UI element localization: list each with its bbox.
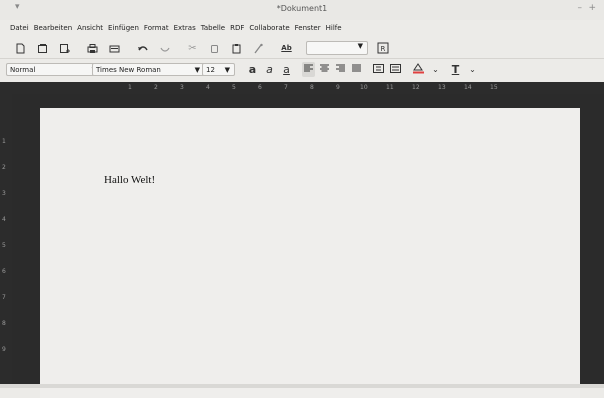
menu-item-hilfe[interactable]: Hilfe xyxy=(326,24,342,32)
align-center-button[interactable] xyxy=(318,62,331,77)
ruler-number: 11 xyxy=(386,84,394,91)
spellcheck-button[interactable]: Ab xyxy=(280,42,293,55)
menu-item-format[interactable]: Format xyxy=(144,24,169,32)
vruler-number: 3 xyxy=(2,190,6,197)
ruler-number: 10 xyxy=(360,84,368,91)
chevron-down-icon: ▼ xyxy=(357,42,363,50)
menu-item-rdf[interactable]: RDF xyxy=(230,24,244,32)
text-color-dropdown-icon[interactable]: ⌄ xyxy=(466,62,479,77)
window-title: *Dokument1 xyxy=(276,4,328,13)
menu-item-collaborate[interactable]: Collaborate xyxy=(249,24,289,32)
ruler-number: 15 xyxy=(490,84,498,91)
title-bar: ▾ *Dokument1 – + xyxy=(0,0,604,20)
ruler-number: 4 xyxy=(206,84,210,91)
underline-button[interactable]: a xyxy=(280,62,293,77)
paste-icon[interactable] xyxy=(230,42,243,55)
ruler-number: 6 xyxy=(258,84,262,91)
menu-item-extras[interactable]: Extras xyxy=(174,24,196,32)
undo-icon[interactable] xyxy=(136,42,149,55)
status-bar xyxy=(0,384,604,388)
menu-item-ansicht[interactable]: Ansicht xyxy=(77,24,103,32)
menu-item-fenster[interactable]: Fenster xyxy=(295,24,321,32)
ruler-number: 13 xyxy=(438,84,446,91)
vruler-number: 1 xyxy=(2,138,6,145)
font-name-value: Times New Roman xyxy=(96,66,161,74)
svg-text:R: R xyxy=(380,45,385,53)
ruler-number: 5 xyxy=(232,84,236,91)
menu-item-bearbeiten[interactable]: Bearbeiten xyxy=(34,24,72,32)
ruler-number: 7 xyxy=(284,84,288,91)
format-paintbrush-icon[interactable] xyxy=(252,42,265,55)
numbered-list-icon[interactable] xyxy=(372,62,385,77)
cut-icon[interactable]: ✂ xyxy=(186,42,199,55)
print-icon[interactable] xyxy=(86,42,99,55)
highlight-color-icon[interactable] xyxy=(412,62,425,77)
ruler-number: 2 xyxy=(154,84,158,91)
ruler-number: 1 xyxy=(128,84,132,91)
bulleted-list-icon[interactable] xyxy=(389,62,402,77)
align-justify-button[interactable] xyxy=(350,62,363,77)
ruler-number: 3 xyxy=(180,84,184,91)
text-color-button[interactable]: T xyxy=(449,62,462,77)
maximize-button[interactable]: + xyxy=(588,3,596,13)
vruler-number: 6 xyxy=(2,268,6,275)
open-document-icon[interactable] xyxy=(36,42,49,55)
vruler-number: 4 xyxy=(2,216,6,223)
formatting-toolbar: Normal ▼ Times New Roman ▼ 12 ▼ a a a ⌄ … xyxy=(0,59,604,81)
font-name-select[interactable]: Times New Roman ▼ xyxy=(92,63,205,76)
menu-bar: Datei Bearbeiten Ansicht Einfügen Format… xyxy=(0,20,604,36)
paragraph-style-select[interactable]: Normal ▼ xyxy=(6,63,102,76)
menu-item-datei[interactable]: Datei xyxy=(10,24,29,32)
vruler-number: 9 xyxy=(2,346,6,353)
document-page[interactable] xyxy=(40,108,580,398)
print-preview-icon[interactable] xyxy=(108,42,121,55)
vruler-number: 8 xyxy=(2,320,6,327)
align-right-button[interactable] xyxy=(334,62,347,77)
font-size-value: 12 xyxy=(206,66,215,74)
align-left-button[interactable] xyxy=(302,62,315,77)
chevron-down-icon: ▼ xyxy=(224,66,230,74)
standard-toolbar: ✂ Ab ▼ R xyxy=(0,37,604,59)
highlight-dropdown-icon[interactable]: ⌄ xyxy=(429,62,442,77)
vruler-number: 5 xyxy=(2,242,6,249)
find-icon[interactable]: R xyxy=(376,42,389,55)
chevron-down-icon: ▼ xyxy=(194,66,200,74)
vertical-ruler: 1 2 3 4 5 6 7 8 9 xyxy=(0,94,12,388)
ruler-number: 8 xyxy=(310,84,314,91)
document-text[interactable]: Hallo Welt! xyxy=(104,174,155,186)
vruler-number: 2 xyxy=(2,164,6,171)
vruler-number: 7 xyxy=(2,294,6,301)
ruler-number: 12 xyxy=(412,84,420,91)
ruler-number: 9 xyxy=(336,84,340,91)
redo-icon[interactable] xyxy=(158,42,171,55)
save-document-icon[interactable] xyxy=(58,42,71,55)
font-size-select[interactable]: 12 ▼ xyxy=(202,63,235,76)
horizontal-ruler: 1 2 3 4 5 6 7 8 9 10 11 12 13 14 15 xyxy=(0,82,604,94)
zoom-select[interactable]: ▼ xyxy=(306,41,368,55)
copy-icon[interactable] xyxy=(208,42,221,55)
italic-button[interactable]: a xyxy=(263,62,276,77)
minimize-button[interactable]: – xyxy=(578,3,583,13)
ruler-number: 14 xyxy=(464,84,472,91)
new-document-icon[interactable] xyxy=(14,42,27,55)
menu-item-tabelle[interactable]: Tabelle xyxy=(201,24,225,32)
paragraph-style-value: Normal xyxy=(10,66,36,74)
bold-button[interactable]: a xyxy=(246,62,259,77)
menu-item-einfuegen[interactable]: Einfügen xyxy=(108,24,139,32)
